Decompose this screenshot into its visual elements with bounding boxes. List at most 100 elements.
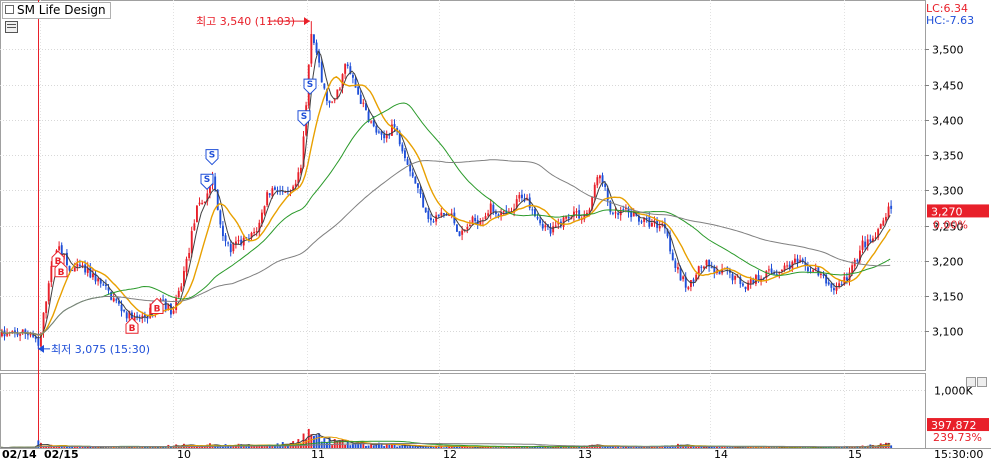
volume-bar (469, 447, 471, 448)
volume-bar (365, 445, 367, 448)
candle-body (323, 83, 326, 89)
candle-body (596, 177, 599, 186)
volume-bar (547, 447, 549, 448)
candle-body (219, 210, 222, 225)
volume-bar (331, 445, 334, 448)
candle-body (125, 312, 128, 319)
candle-body (115, 299, 118, 301)
candle-body (393, 124, 396, 127)
volume-bar (315, 435, 318, 448)
candle-body (882, 220, 885, 226)
volume-bar (164, 447, 167, 448)
volume-bar (890, 445, 893, 448)
candle-body (352, 74, 354, 78)
candle-body (120, 304, 123, 312)
x-tick-label: 10 (177, 448, 191, 461)
price-tick-label: 3,350 (932, 150, 964, 163)
candle-body (229, 244, 232, 253)
time-label: 15:30:00 (934, 448, 983, 461)
candle-body (162, 299, 165, 301)
volume-bar (729, 447, 731, 448)
candle-body (742, 283, 744, 286)
candle-body (796, 258, 799, 263)
candle-body (76, 264, 79, 267)
candle-body (328, 100, 331, 104)
candle-body (344, 64, 347, 74)
candle-body (781, 270, 783, 272)
candle-body (411, 172, 414, 177)
x-tick-label: 12 (443, 448, 457, 461)
x-tick-label: 02/14 (2, 448, 37, 461)
candle-body (372, 120, 375, 127)
volume-bar (63, 446, 66, 448)
candle-body (861, 240, 864, 250)
stock-chart[interactable]: 3,5003,4503,4003,3503,3003,2503,2003,150… (0, 0, 991, 466)
price-tick-label: 3,200 (932, 256, 964, 269)
volume-bar (497, 447, 500, 448)
current-change-label: 0.00% (933, 218, 968, 231)
candle-body (531, 209, 534, 211)
candle-body (188, 252, 191, 259)
candle-body (554, 225, 557, 227)
title-square-icon (5, 5, 14, 14)
candle-body (385, 134, 388, 139)
volume-bar (443, 447, 445, 448)
candle-body (222, 225, 224, 237)
signal-label: B (129, 324, 136, 334)
volume-bar (406, 446, 409, 448)
candle-body (47, 283, 50, 302)
current-price-label: 3,270 (931, 205, 963, 218)
volume-change-label: 239.73% (933, 431, 982, 444)
x-tick-label: 02/15 (44, 448, 79, 461)
volume-bar (40, 442, 42, 448)
price-tick-label: 3,500 (932, 44, 964, 57)
candle-body (539, 219, 542, 224)
candle-body (180, 286, 183, 291)
candle-body (81, 265, 84, 267)
volume-panel (0, 373, 926, 449)
candle-body (617, 213, 620, 215)
chart-title-box[interactable]: SM Life Design (2, 2, 111, 19)
x-tick-label: 15 (848, 448, 862, 461)
candle-body (687, 287, 690, 289)
signal-label: S (209, 151, 215, 161)
volume-bar (110, 447, 113, 448)
candle-body (794, 258, 796, 263)
candle-body (458, 231, 461, 237)
volume-bar (112, 447, 115, 448)
candle-body (11, 330, 14, 332)
candle-body (84, 264, 87, 273)
candle-body (375, 126, 378, 133)
candle-body (768, 269, 770, 271)
candle-body (227, 242, 230, 244)
candle-body (185, 258, 188, 273)
chart-menu-icon[interactable] (5, 21, 18, 33)
candle-body (201, 202, 204, 205)
candle-body (177, 290, 180, 298)
candle-body (320, 62, 323, 83)
candle-body (528, 197, 531, 209)
volume-bar (383, 446, 386, 448)
candle-body (466, 226, 469, 230)
volume-bar (695, 446, 698, 448)
candle-body (333, 99, 336, 101)
candle-body (786, 265, 789, 267)
candle-body (578, 210, 581, 219)
candle-body (224, 235, 227, 242)
candle-body (193, 223, 196, 231)
volume-bar (344, 444, 347, 448)
candle-body (487, 213, 490, 216)
candle-body (536, 217, 539, 219)
candle-body (58, 246, 61, 250)
volume-bar (398, 445, 401, 448)
candle-body (261, 212, 263, 224)
candle-body (718, 271, 721, 275)
candle-body (406, 159, 409, 165)
candle-body (112, 298, 115, 302)
volume-bar (601, 447, 604, 448)
signal-label: S (301, 112, 307, 122)
candle-body (775, 273, 778, 275)
volume-bar (432, 446, 435, 448)
candle-body (50, 266, 53, 283)
candle-body (677, 267, 679, 270)
